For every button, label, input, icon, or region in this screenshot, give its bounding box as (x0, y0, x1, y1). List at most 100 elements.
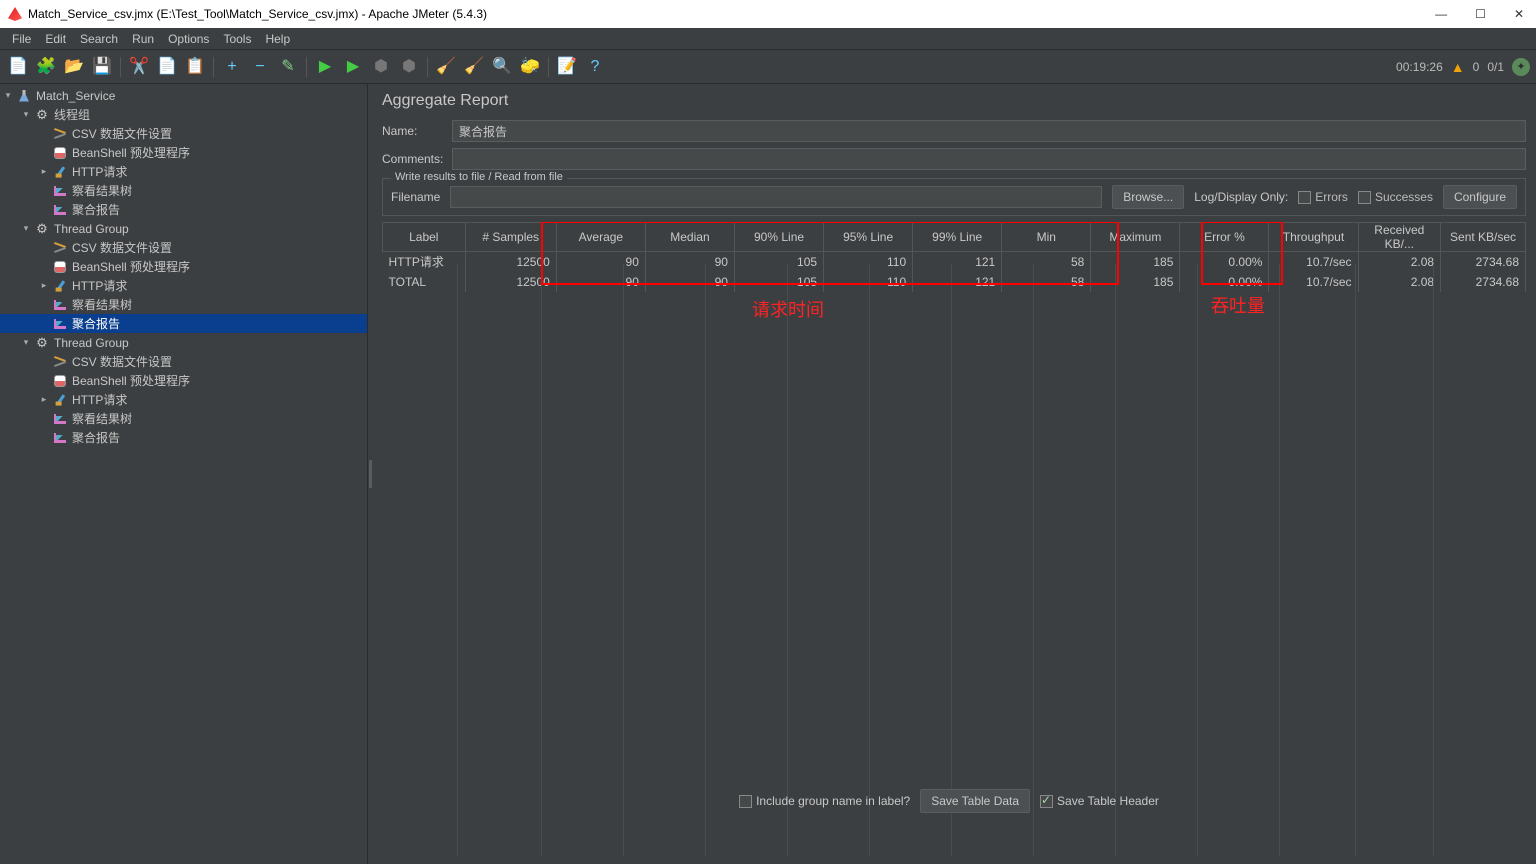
tree-aggregate-2[interactable]: 聚合报告 (0, 314, 367, 333)
run-indicator-icon: ✦ (1512, 58, 1530, 76)
clear-all-button[interactable]: 🧹 (462, 55, 486, 79)
list-icon: 📝 (557, 59, 577, 75)
sampler-icon (55, 280, 64, 292)
menu-run[interactable]: Run (126, 30, 160, 48)
reset-search-button[interactable]: 🧽 (518, 55, 542, 79)
th-error[interactable]: Error % (1180, 223, 1269, 252)
save-table-header-checkbox[interactable]: Save Table Header (1040, 794, 1159, 808)
copy-icon: 📄 (157, 59, 177, 75)
tree-thread-group-2[interactable]: ▾⚙Thread Group (0, 219, 367, 238)
function-helper-button[interactable]: 📝 (555, 55, 579, 79)
paste-button[interactable]: 📋 (183, 55, 207, 79)
save-icon: 💾 (92, 59, 112, 75)
save-button[interactable]: 💾 (90, 55, 114, 79)
help-icon: ? (591, 59, 600, 75)
tree-aggregate-3[interactable]: 聚合报告 (0, 428, 367, 447)
th-min[interactable]: Min (1002, 223, 1091, 252)
th-max[interactable]: Maximum (1091, 223, 1180, 252)
tree-csv-2[interactable]: CSV 数据文件设置 (0, 238, 367, 257)
maximize-button[interactable]: ☐ (1471, 7, 1490, 21)
warning-icon[interactable]: ▲ (1451, 59, 1465, 75)
tree-beanshell-3[interactable]: BeanShell 预处理程序 (0, 371, 367, 390)
filename-input[interactable] (450, 186, 1102, 208)
comments-label: Comments: (382, 152, 444, 166)
copy-button[interactable]: 📄 (155, 55, 179, 79)
table-header-row[interactable]: Label # Samples Average Median 90% Line … (383, 223, 1526, 252)
stop-button[interactable]: ⬢ (369, 55, 393, 79)
comments-input[interactable] (452, 148, 1526, 170)
cut-icon: ✂️ (129, 59, 149, 75)
close-button[interactable]: ✕ (1510, 7, 1528, 21)
th-p90[interactable]: 90% Line (734, 223, 823, 252)
th-throughput[interactable]: Throughput (1269, 223, 1358, 252)
tree-csv-1[interactable]: CSV 数据文件设置 (0, 124, 367, 143)
save-table-data-button[interactable]: Save Table Data (920, 789, 1030, 813)
errors-checkbox[interactable]: Errors (1298, 190, 1348, 204)
menu-search[interactable]: Search (74, 30, 124, 48)
th-average[interactable]: Average (556, 223, 645, 252)
minus-icon: − (255, 59, 264, 75)
tree-viewtree-3[interactable]: 察看结果树 (0, 409, 367, 428)
menu-options[interactable]: Options (162, 30, 215, 48)
browse-button[interactable]: Browse... (1112, 185, 1184, 209)
new-button[interactable]: 📄 (6, 55, 30, 79)
file-icon: 📄 (8, 59, 28, 75)
th-skb[interactable]: Sent KB/sec (1441, 223, 1526, 252)
tree-http-1[interactable]: ▸HTTP请求 (0, 162, 367, 181)
start-button[interactable]: ▶ (313, 55, 337, 79)
th-median[interactable]: Median (645, 223, 734, 252)
graph-icon (54, 414, 66, 424)
name-input[interactable] (452, 120, 1526, 142)
minimize-button[interactable]: — (1431, 7, 1451, 21)
jmeter-icon (8, 7, 22, 21)
tree-beanshell-1[interactable]: BeanShell 预处理程序 (0, 143, 367, 162)
th-p95[interactable]: 95% Line (824, 223, 913, 252)
configure-button[interactable]: Configure (1443, 185, 1517, 209)
tree-beanshell-2[interactable]: BeanShell 预处理程序 (0, 257, 367, 276)
folder-icon: 📂 (64, 59, 84, 75)
add-button[interactable]: + (220, 55, 244, 79)
thread-count: 0/1 (1487, 60, 1504, 74)
include-group-checkbox[interactable]: Include group name in label? (739, 794, 910, 808)
graph-icon (54, 186, 66, 196)
tree-thread-group-3[interactable]: ▾⚙Thread Group (0, 333, 367, 352)
menu-edit[interactable]: Edit (39, 30, 72, 48)
templates-button[interactable]: 🧩 (34, 55, 58, 79)
toggle-icon: ✎ (281, 59, 294, 75)
shutdown-icon: ⬢ (402, 59, 416, 75)
tree-viewtree-2[interactable]: 察看结果树 (0, 295, 367, 314)
start-notimers-button[interactable]: ▶ (341, 55, 365, 79)
graph-icon (54, 205, 66, 215)
help-button[interactable]: ? (583, 55, 607, 79)
th-samples[interactable]: # Samples (465, 223, 556, 252)
cut-button[interactable]: ✂️ (127, 55, 151, 79)
tree-viewtree-1[interactable]: 察看结果树 (0, 181, 367, 200)
table-row[interactable]: HTTP请求125009090105110121581850.00%10.7/s… (383, 252, 1526, 272)
th-rkb[interactable]: Received KB/... (1358, 223, 1441, 252)
tree-http-3[interactable]: ▸HTTP请求 (0, 390, 367, 409)
open-button[interactable]: 📂 (62, 55, 86, 79)
graph-icon (54, 319, 66, 329)
menu-help[interactable]: Help (259, 30, 296, 48)
menu-file[interactable]: File (6, 30, 37, 48)
th-p99[interactable]: 99% Line (913, 223, 1002, 252)
table-row[interactable]: TOTAL125009090105110121581850.00%10.7/se… (383, 272, 1526, 292)
remove-button[interactable]: − (248, 55, 272, 79)
error-count: 0 (1473, 60, 1480, 74)
window-title: Match_Service_csv.jmx (E:\Test_Tool\Matc… (28, 7, 487, 21)
results-table[interactable]: Label # Samples Average Median 90% Line … (382, 222, 1526, 292)
th-label[interactable]: Label (383, 223, 466, 252)
toggle-button[interactable]: ✎ (276, 55, 300, 79)
tree-csv-3[interactable]: CSV 数据文件设置 (0, 352, 367, 371)
tree-root-testplan[interactable]: ▾Match_Service (0, 86, 367, 105)
tree-http-2[interactable]: ▸HTTP请求 (0, 276, 367, 295)
tree-aggregate-1[interactable]: 聚合报告 (0, 200, 367, 219)
clear-button[interactable]: 🧹 (434, 55, 458, 79)
menu-tools[interactable]: Tools (217, 30, 257, 48)
test-plan-tree[interactable]: ▾Match_Service ▾⚙线程组 CSV 数据文件设置 BeanShel… (0, 84, 368, 864)
shutdown-button[interactable]: ⬢ (397, 55, 421, 79)
successes-checkbox[interactable]: Successes (1358, 190, 1433, 204)
csv-icon (54, 356, 66, 368)
tree-thread-group-1[interactable]: ▾⚙线程组 (0, 105, 367, 124)
find-button[interactable]: 🔍 (490, 55, 514, 79)
